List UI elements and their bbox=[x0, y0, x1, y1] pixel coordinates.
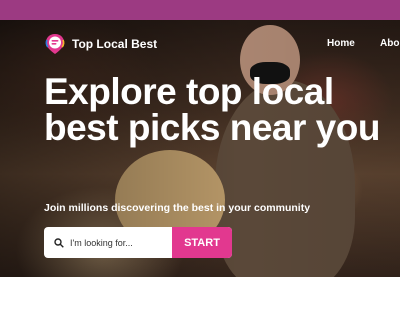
start-button[interactable]: START bbox=[172, 227, 232, 258]
nav-about-link[interactable]: Abo bbox=[380, 38, 399, 49]
category-card[interactable] bbox=[228, 280, 400, 320]
browser-top-bar bbox=[0, 0, 400, 20]
hero-subheadline: Join millions discovering the best in yo… bbox=[44, 202, 311, 214]
brand-name[interactable]: Top Local Best bbox=[72, 37, 157, 51]
nav-home-link[interactable]: Home bbox=[327, 38, 355, 49]
location-pin-chat-icon[interactable] bbox=[44, 33, 66, 55]
hero-headline: Explore top local best picks near you bbox=[44, 71, 380, 148]
search-icon bbox=[54, 237, 64, 248]
category-card[interactable] bbox=[44, 280, 216, 320]
search-bar: START bbox=[44, 227, 232, 258]
search-input[interactable] bbox=[70, 237, 166, 248]
